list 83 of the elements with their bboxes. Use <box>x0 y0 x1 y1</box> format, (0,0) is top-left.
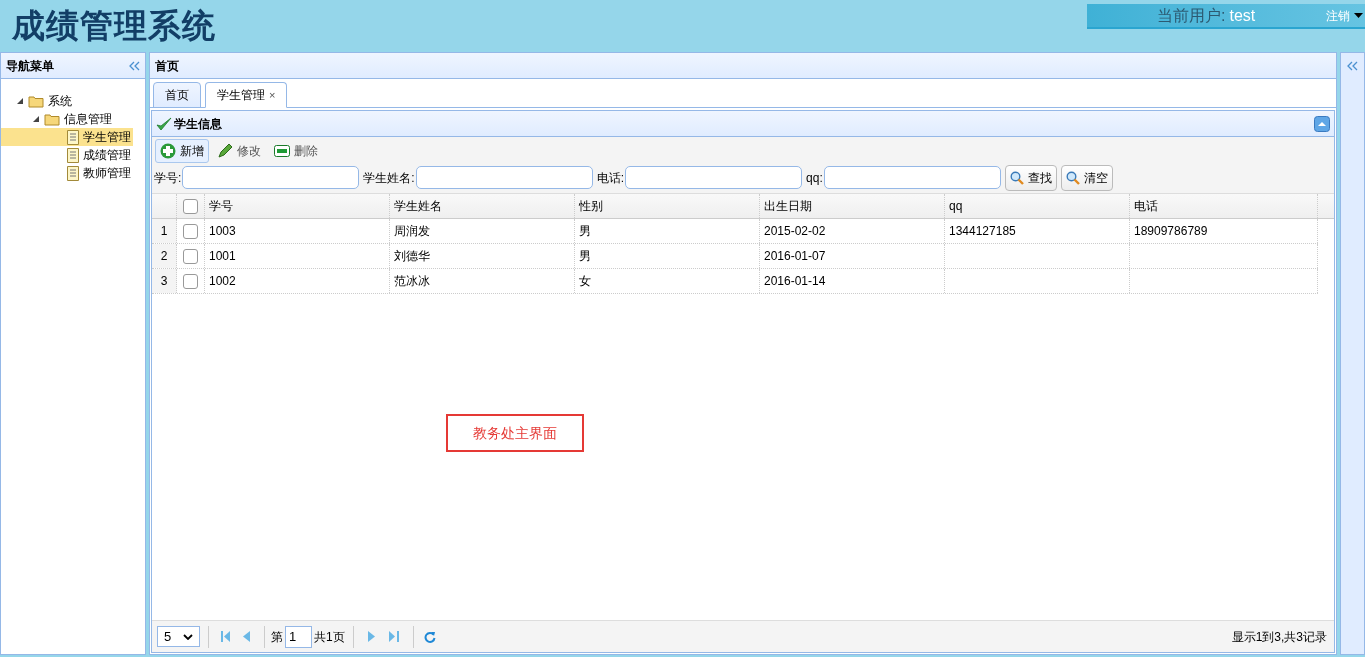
last-page-icon[interactable] <box>388 631 399 642</box>
table-cell: 1002 <box>205 269 390 293</box>
edit-button[interactable]: 修改 <box>212 138 266 163</box>
column-header[interactable]: 学号 <box>205 194 390 218</box>
column-header[interactable]: 电话 <box>1130 194 1318 218</box>
remove-button[interactable]: 删除 <box>269 138 323 163</box>
page-prefix: 第 <box>271 628 283 646</box>
tree-item[interactable]: 信息管理 <box>1 110 133 128</box>
minus-icon <box>274 144 290 157</box>
table-cell: 1003 <box>205 219 390 243</box>
collapse-icon[interactable] <box>1314 115 1330 132</box>
search-icon <box>1009 170 1024 185</box>
search-button[interactable]: 查找 <box>1004 164 1057 191</box>
table-cell: 1344127185 <box>945 219 1130 243</box>
table-cell: 女 <box>575 269 760 293</box>
field-label: 学号: <box>154 169 182 187</box>
table-cell: 2016-01-07 <box>760 244 945 268</box>
checkbox[interactable] <box>183 198 198 214</box>
column-header[interactable]: 学生姓名 <box>390 194 575 218</box>
close-button[interactable]: × <box>269 86 276 104</box>
plus-icon <box>160 142 176 159</box>
tab[interactable]: 首页 <box>153 82 201 108</box>
expand-arrow-icon[interactable] <box>33 115 40 123</box>
tab[interactable]: 学生管理 × <box>205 82 288 108</box>
search-field[interactable] <box>415 166 593 189</box>
checkbox[interactable] <box>183 273 198 289</box>
page-total: 共1页 <box>314 628 345 646</box>
add-button[interactable]: 新增 <box>155 138 209 163</box>
row-number: 2 <box>152 244 177 268</box>
search-field[interactable] <box>625 166 803 189</box>
record-summary: 显示1到3,共3记录 <box>1231 628 1327 646</box>
caret-icon <box>1354 13 1363 18</box>
table-cell: 范冰冰 <box>390 269 575 293</box>
main-title: 首页 <box>155 57 179 75</box>
table-cell: 男 <box>575 219 760 243</box>
annotation-label: 教务处主界面 <box>446 414 584 452</box>
search-field[interactable] <box>182 166 360 189</box>
expand-arrow-icon[interactable] <box>17 97 24 105</box>
table-cell: 周润发 <box>390 219 575 243</box>
next-page-icon[interactable] <box>367 631 375 642</box>
tree-item[interactable]: 成绩管理 <box>1 146 133 164</box>
table-cell: 2015-02-02 <box>760 219 945 243</box>
checkbox[interactable] <box>183 248 198 264</box>
previous-page-icon[interactable] <box>243 631 250 642</box>
field-label: 电话: <box>596 169 625 187</box>
first-page-icon[interactable] <box>221 631 231 642</box>
table-cell: 18909786789 <box>1130 219 1318 243</box>
tree-item[interactable]: 学生管理 <box>1 128 133 146</box>
folder-icon <box>44 112 60 126</box>
table-cell: 刘德华 <box>390 244 575 268</box>
search-icon <box>1065 170 1080 185</box>
pencil-icon <box>217 142 233 159</box>
field-label: 学生姓名: <box>363 169 415 187</box>
refresh-icon[interactable] <box>423 630 436 643</box>
row-number: 3 <box>152 269 177 293</box>
table-cell: 1001 <box>205 244 390 268</box>
table-cell: 2016-01-14 <box>760 269 945 293</box>
folder-icon <box>28 94 44 108</box>
field-label: qq: <box>806 169 823 187</box>
user-label: 当前用户: <box>1157 5 1226 26</box>
search-button[interactable]: 清空 <box>1060 164 1113 191</box>
panel-title: 学生信息 <box>174 115 222 133</box>
page-number-field[interactable]: 1 <box>285 625 312 648</box>
check-icon <box>156 116 172 131</box>
tree-item[interactable]: 系统 <box>1 92 133 110</box>
column-header[interactable]: 出生日期 <box>760 194 945 218</box>
chevron-down-icon <box>183 633 193 640</box>
page-size-select[interactable]: 5 <box>157 626 200 647</box>
column-header[interactable]: 性别 <box>575 194 760 218</box>
table-cell: 男 <box>575 244 760 268</box>
column-header[interactable]: qq <box>945 194 1130 218</box>
tree-item[interactable]: 教师管理 <box>1 164 133 182</box>
document-icon <box>67 165 79 181</box>
collapse-icon[interactable] <box>129 60 140 71</box>
app-title: 成绩管理系统 <box>11 6 216 46</box>
row-number: 1 <box>152 219 177 243</box>
checkbox[interactable] <box>183 223 198 239</box>
document-icon <box>67 147 79 163</box>
sidebar-title: 导航菜单 <box>6 57 54 75</box>
search-field[interactable] <box>823 166 1001 189</box>
user-name: test <box>1229 5 1256 26</box>
expand-icon[interactable] <box>1347 61 1358 71</box>
document-icon <box>67 129 79 145</box>
